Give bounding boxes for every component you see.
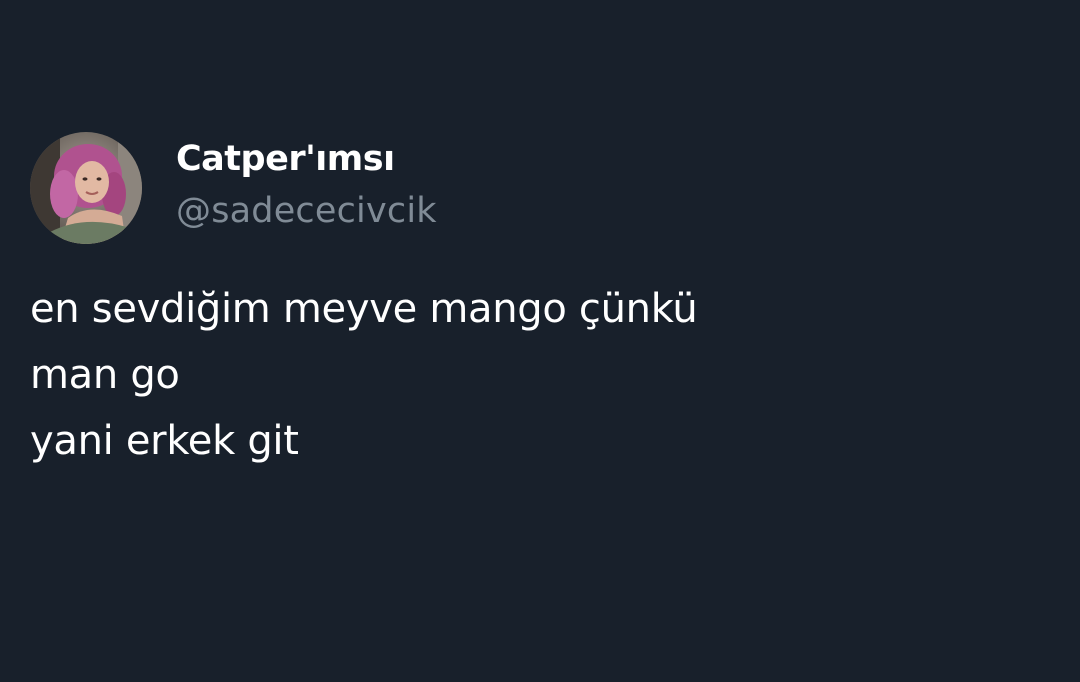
tweet-line-3: yani erkek git	[30, 418, 299, 464]
author-info: Catper'ımsı @sadececivcik	[176, 136, 437, 234]
tweet-card: Catper'ımsı @sadececivcik en sevdiğim me…	[0, 0, 1080, 682]
user-avatar-icon	[30, 132, 142, 244]
tweet-text: en sevdiğim meyve mango çünkü man go yan…	[30, 276, 1030, 474]
display-name[interactable]: Catper'ımsı	[176, 136, 437, 182]
tweet-header: Catper'ımsı @sadececivcik	[30, 132, 437, 244]
user-handle[interactable]: @sadececivcik	[176, 188, 437, 234]
tweet-line-2: man go	[30, 352, 180, 398]
tweet-line-1: en sevdiğim meyve mango çünkü	[30, 286, 698, 332]
avatar[interactable]	[30, 132, 142, 244]
